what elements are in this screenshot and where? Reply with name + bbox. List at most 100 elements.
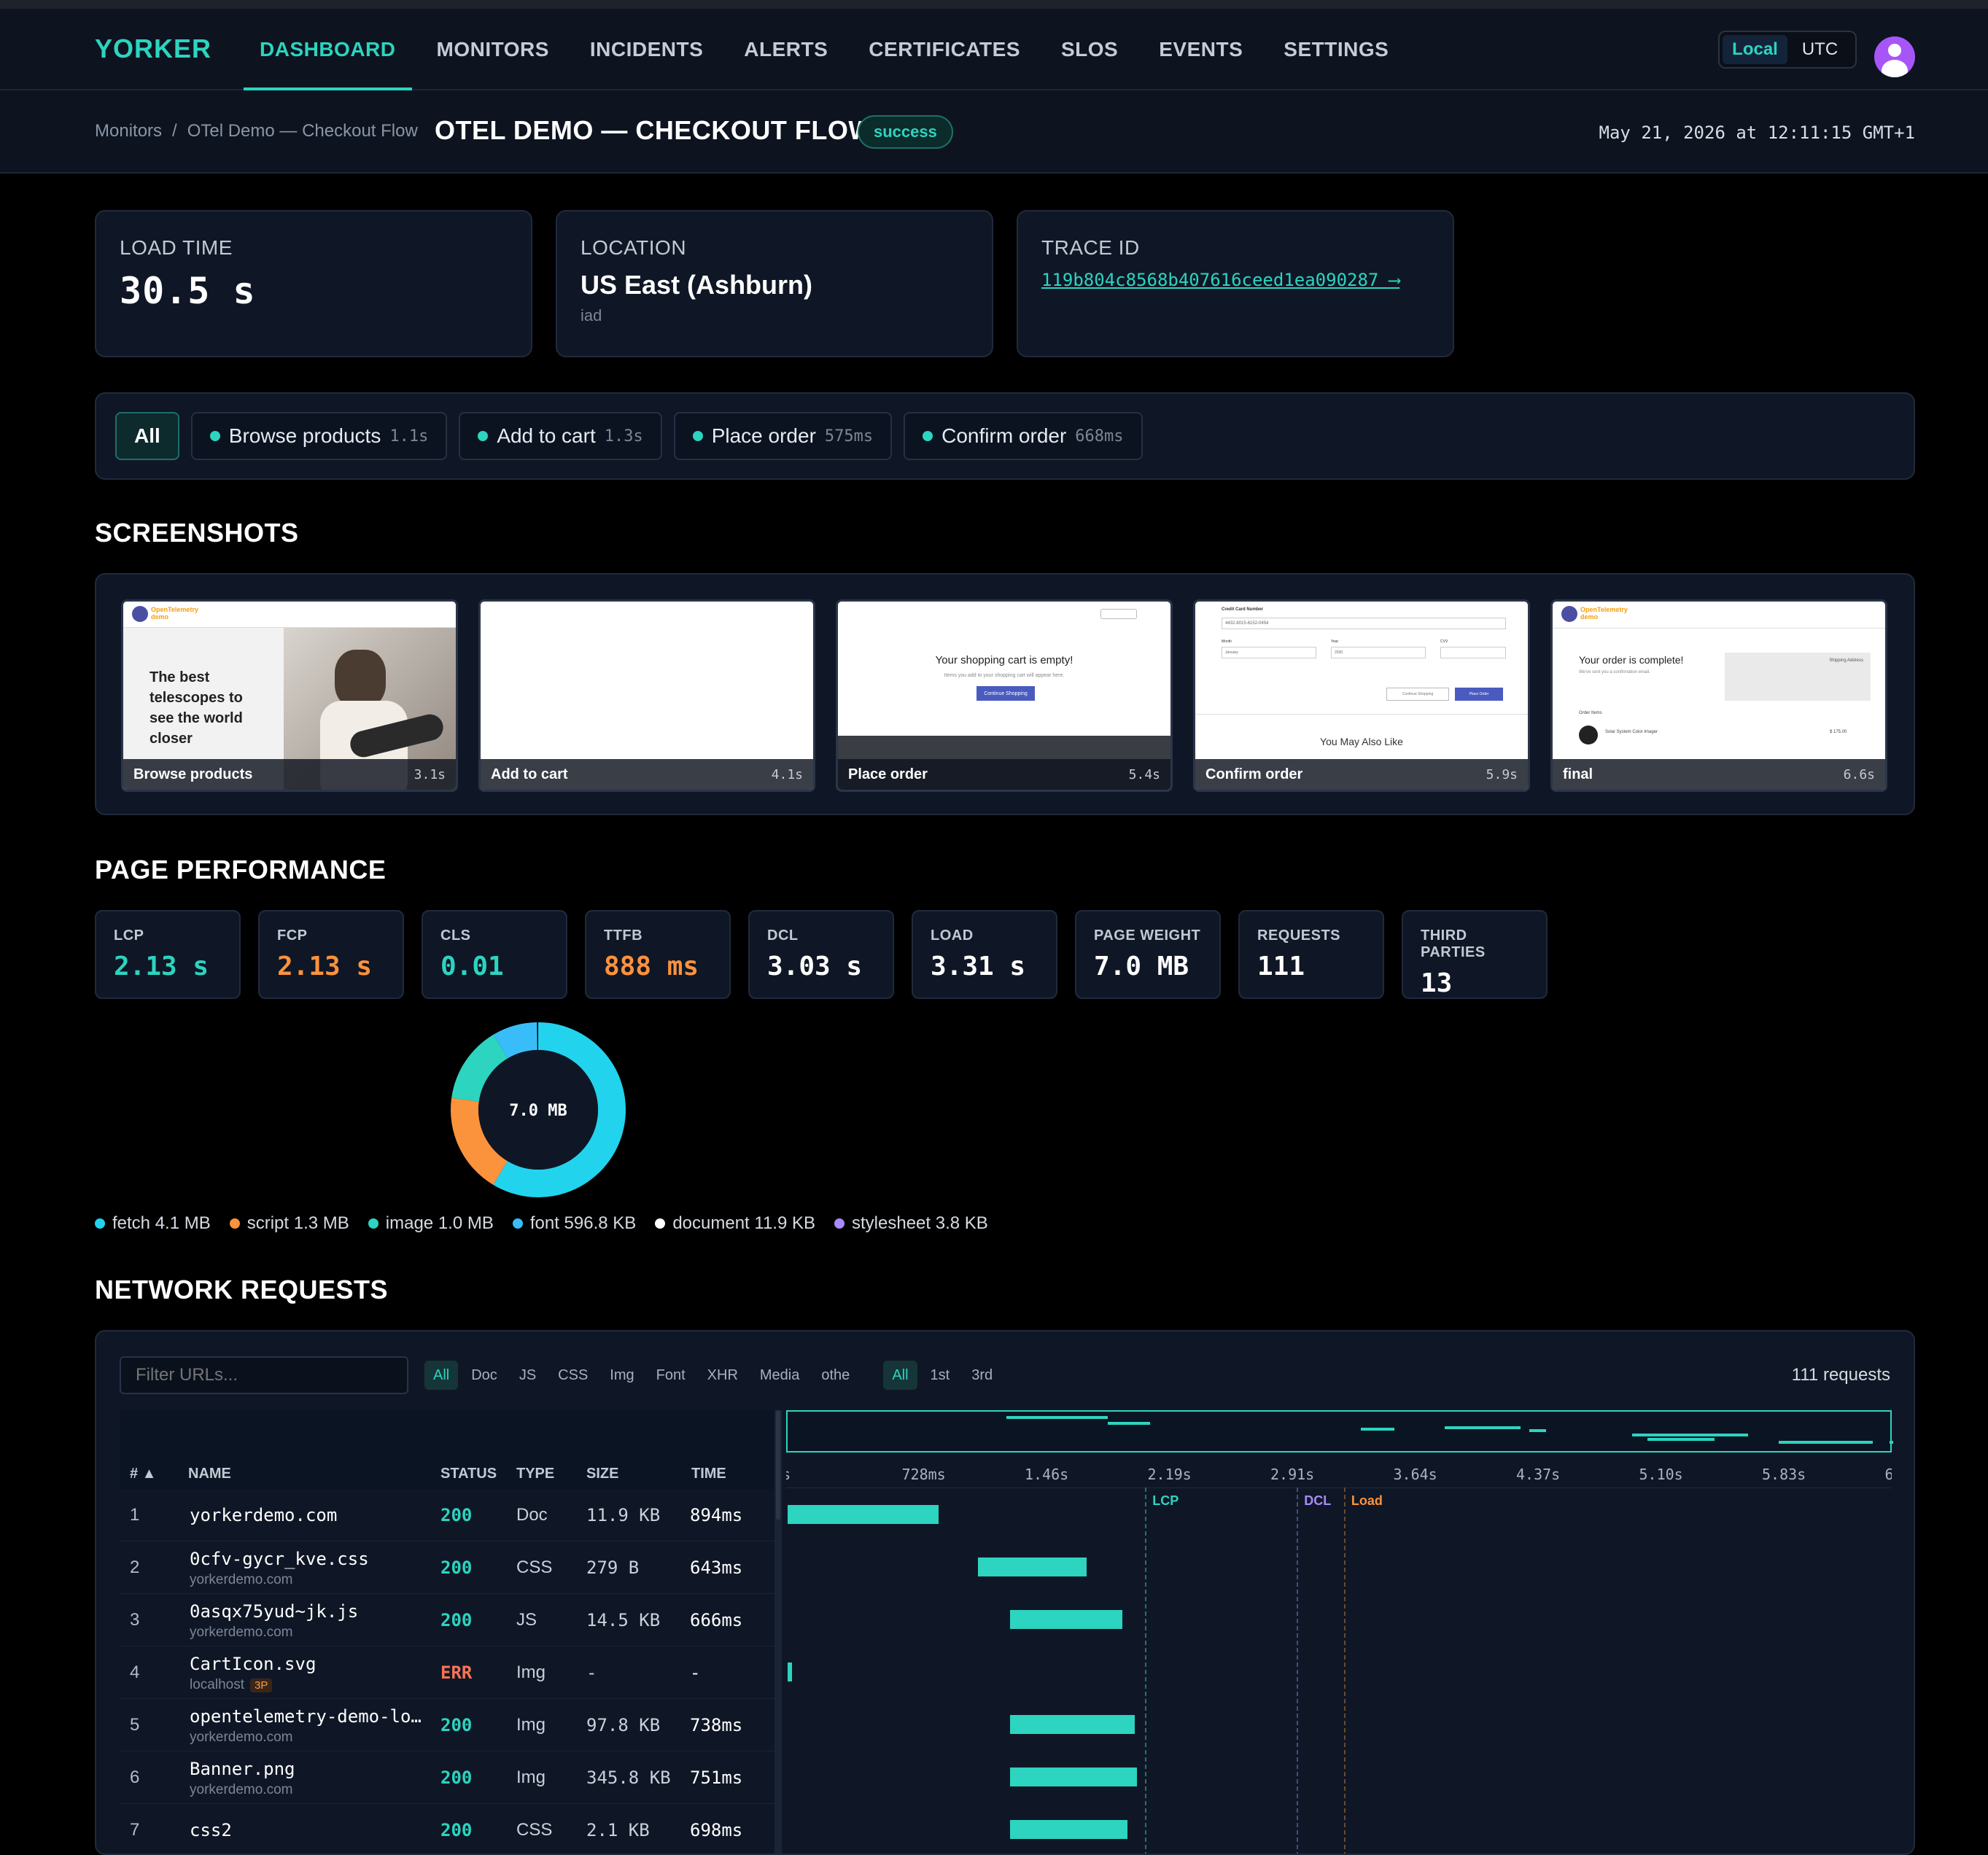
party-filter-3rd[interactable]: 3rd <box>963 1361 1001 1390</box>
pane-splitter[interactable] <box>774 1410 782 1854</box>
time-tick: 6.5 <box>1885 1466 1892 1483</box>
tz-utc-option[interactable]: UTC <box>1787 35 1852 64</box>
nav-dashboard[interactable]: DASHBOARD <box>244 9 412 90</box>
nav-settings[interactable]: SETTINGS <box>1267 9 1405 90</box>
table-row[interactable]: 4 CartIcon.svg localhost 3P ERR Img - - <box>120 1646 776 1699</box>
legend-label: document 11.9 KB <box>672 1213 815 1233</box>
shot-month-label: Month <box>1222 639 1232 644</box>
screenshots-heading: SCREENSHOTS <box>95 518 299 548</box>
table-row[interactable]: 3 0asqx75yud~jk.js yorkerdemo.com 200 JS 14.5… <box>120 1594 776 1646</box>
type-filter-all[interactable]: All <box>424 1361 459 1390</box>
col-status[interactable]: STATUS <box>440 1466 497 1482</box>
type-filter-js[interactable]: JS <box>510 1361 545 1390</box>
col-size[interactable]: SIZE <box>586 1466 618 1482</box>
table-row[interactable]: 6 Banner.png yorkerdemo.com 200 Img 345.8 KB 7… <box>120 1751 776 1804</box>
party-filter-1st[interactable]: 1st <box>922 1361 959 1390</box>
breadcrumb-current[interactable]: OTel Demo — Checkout Flow <box>187 121 418 141</box>
table-row[interactable]: 7 css2 200 CSS 2.1 KB 698ms <box>120 1804 776 1854</box>
col-type[interactable]: TYPE <box>516 1466 554 1482</box>
request-time: 738ms <box>690 1715 743 1735</box>
request-size: 279 B <box>586 1558 640 1578</box>
user-avatar-icon[interactable] <box>1874 36 1915 77</box>
screenshot-browse-products[interactable]: OpenTelemetry demo The best telescopes t… <box>121 599 458 792</box>
metric-value: 888 ms <box>604 952 699 981</box>
trace-id-link[interactable]: 119b804c8568b407616ceed1ea090287 ⟶ <box>1041 270 1429 290</box>
waterfall-bar[interactable] <box>788 1662 792 1681</box>
waterfall-bar[interactable] <box>978 1558 1087 1576</box>
app-logo[interactable]: YORKER <box>95 34 211 64</box>
tz-local-option[interactable]: Local <box>1723 35 1787 64</box>
waterfall-bar[interactable] <box>1010 1820 1128 1839</box>
shot-shipping-box: Shipping Address <box>1725 653 1871 701</box>
time-tick: 3.64s <box>1393 1466 1437 1483</box>
request-time: 698ms <box>690 1820 743 1840</box>
screenshot-add-to-cart[interactable]: Add to cart 4.1s <box>478 599 815 792</box>
nav-alerts[interactable]: ALERTS <box>728 9 844 90</box>
step-duration: 1.1s <box>389 427 429 446</box>
type-filter-css[interactable]: CSS <box>549 1361 597 1390</box>
overview-bar <box>1529 1429 1546 1432</box>
legend-label: script 1.3 MB <box>246 1213 349 1233</box>
type-filter-font[interactable]: Font <box>648 1361 694 1390</box>
table-row[interactable]: 2 0cfv-gycr_kve.css yorkerdemo.com 200 CSS 27… <box>120 1541 776 1594</box>
nav-slos[interactable]: SLOS <box>1045 9 1134 90</box>
step-label: All <box>134 424 160 447</box>
screenshot-name: final <box>1563 766 1593 782</box>
splitter-grip-icon[interactable] <box>776 1410 780 1520</box>
table-row[interactable]: 5 opentelemetry-demo-lo… yorkerdemo.com 200… <box>120 1699 776 1751</box>
type-filter-media[interactable]: Media <box>751 1361 808 1390</box>
row-index: 2 <box>130 1558 140 1577</box>
col-time[interactable]: TIME <box>691 1466 726 1482</box>
legend-swatch-icon <box>229 1218 240 1229</box>
col-index-sort[interactable]: # ▲ <box>130 1466 156 1482</box>
screenshot-name: Browse products <box>133 766 253 782</box>
party-filter-all[interactable]: All <box>883 1361 917 1390</box>
screenshot-confirm-order[interactable]: Credit Card Number 4432-8015-6152-0454 M… <box>1193 599 1530 792</box>
step-filter-place-order[interactable]: Place order 575ms <box>673 412 893 460</box>
breadcrumb-separator: / <box>172 121 177 141</box>
filter-urls-input[interactable] <box>120 1356 408 1394</box>
step-duration: 668ms <box>1075 427 1124 446</box>
nav-certificates[interactable]: CERTIFICATES <box>853 9 1036 90</box>
metric-label: CLS <box>440 928 471 944</box>
time-tick: 1.46s <box>1025 1466 1069 1483</box>
waterfall-overview[interactable] <box>786 1410 1893 1452</box>
screenshot-place-order[interactable]: Your shopping cart is empty! Items you a… <box>836 599 1173 792</box>
waterfall-bar[interactable] <box>1010 1610 1122 1629</box>
type-filter-doc[interactable]: Doc <box>462 1361 506 1390</box>
step-filter-confirm-order[interactable]: Confirm order 668ms <box>904 412 1143 460</box>
shot-product-price: $ 175.00 <box>1830 730 1847 734</box>
breadcrumb-monitors[interactable]: Monitors <box>95 121 162 141</box>
step-filter-add-to-cart[interactable]: Add to cart 1.3s <box>459 412 662 460</box>
waterfall-bar[interactable] <box>1010 1715 1135 1734</box>
type-filter-othe[interactable]: othe <box>812 1361 858 1390</box>
step-filter-browse-products[interactable]: Browse products 1.1s <box>190 412 448 460</box>
request-name: css2 <box>190 1820 232 1840</box>
request-name: Banner.png <box>190 1759 295 1779</box>
type-filter-xhr[interactable]: XHR <box>699 1361 747 1390</box>
waterfall-bar[interactable] <box>1010 1768 1137 1786</box>
nav-monitors[interactable]: MONITORS <box>421 9 565 90</box>
col-name[interactable]: NAME <box>188 1466 231 1482</box>
metric-label: LOAD <box>931 928 974 944</box>
request-size: 11.9 KB <box>586 1505 661 1525</box>
nav-incidents[interactable]: INCIDENTS <box>574 9 719 90</box>
table-row[interactable]: 1 yorkerdemo.com 200 Doc 11.9 KB 894ms <box>120 1489 776 1541</box>
waterfall-bar[interactable] <box>788 1505 939 1524</box>
step-label: Confirm order <box>941 424 1067 447</box>
screenshot-final[interactable]: OpenTelemetry demo Your order is complet… <box>1550 599 1887 792</box>
row-index: 5 <box>130 1715 140 1735</box>
screenshot-name: Confirm order <box>1205 766 1303 782</box>
nav-events[interactable]: EVENTS <box>1143 9 1259 90</box>
type-filter-img[interactable]: Img <box>601 1361 642 1390</box>
step-filter-all[interactable]: All <box>115 412 179 460</box>
location-value: US East (Ashburn) <box>581 270 813 300</box>
step-label: Add to cart <box>497 424 596 447</box>
request-size: 97.8 KB <box>586 1715 661 1735</box>
shot-site-header: OpenTelemetry demo <box>123 602 456 628</box>
request-time: 666ms <box>690 1610 743 1630</box>
step-label: Browse products <box>228 424 381 447</box>
legend-label: stylesheet 3.8 KB <box>852 1213 988 1233</box>
metric-card-ttfb: TTFB 888 ms <box>585 910 731 999</box>
request-size: 14.5 KB <box>586 1610 661 1630</box>
